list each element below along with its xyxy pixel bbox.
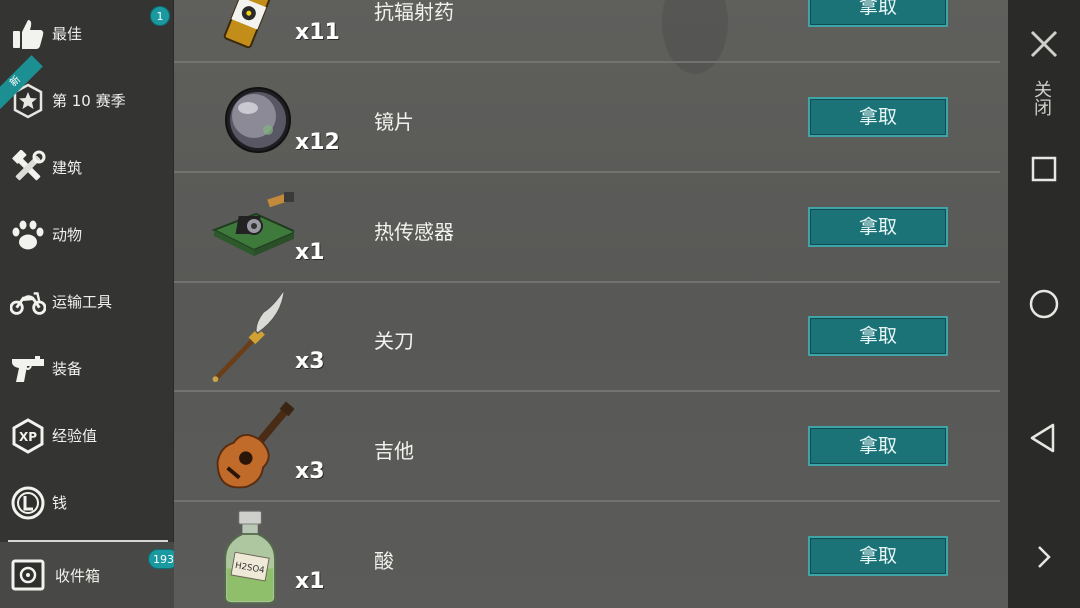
close-button[interactable] <box>1008 28 1080 60</box>
item-quantity: x12 <box>295 130 340 155</box>
lens-icon <box>225 87 291 153</box>
sidebar-item-label: 经验值 <box>52 427 98 445</box>
item-name: 热传感器 <box>374 220 454 244</box>
close-label[interactable]: 关闭 <box>1028 80 1054 116</box>
take-button[interactable]: 拿取 <box>808 97 948 137</box>
item-quantity: x3 <box>295 349 325 374</box>
list-item: x3 吉他 拿取 <box>174 393 1000 502</box>
home-button[interactable] <box>1008 288 1080 320</box>
sidebar-item-best[interactable]: 最佳 <box>0 0 174 67</box>
back-button[interactable] <box>1008 422 1080 454</box>
take-button[interactable]: 拿取 <box>808 536 948 576</box>
list-item: x3 关刀 拿取 <box>174 283 1000 392</box>
item-quantity: x1 <box>295 569 325 594</box>
rewards-list[interactable]: x11 抗辐射药 拿取 x12 镜片 拿取 x1 热传感器 拿取 x3 关刀 拿… <box>174 0 1008 608</box>
sidebar-item-label: 第 10 赛季 <box>52 92 126 110</box>
sidebar-item-label: 钱 <box>52 494 68 512</box>
item-quantity: x3 <box>295 459 325 484</box>
sidebar-item-label: 装备 <box>52 360 83 378</box>
sidebar-item-label: 动物 <box>52 226 83 244</box>
acid-bottle-icon: H2SO4 <box>224 510 276 605</box>
take-button[interactable]: 拿取 <box>808 0 948 27</box>
take-button[interactable]: 拿取 <box>808 426 948 466</box>
sidebar-item-money[interactable]: 钱 <box>0 469 174 536</box>
item-name: 抗辐射药 <box>374 0 454 24</box>
sidebar-item-equipment[interactable]: 装备 <box>0 335 174 402</box>
recent-apps-button[interactable] <box>1008 155 1080 183</box>
chevron-right-icon[interactable] <box>1030 543 1058 571</box>
sidebar-item-vehicles[interactable]: 运输工具 <box>0 268 174 335</box>
safe-icon <box>10 557 46 593</box>
pistol-icon <box>10 351 46 387</box>
svg-text:XP: XP <box>19 430 37 444</box>
item-name: 吉他 <box>374 439 414 463</box>
item-quantity: x1 <box>295 240 325 265</box>
motorcycle-icon <box>10 284 46 320</box>
xp-icon: XP <box>10 417 46 454</box>
thumbs-up-icon <box>10 16 46 52</box>
item-quantity: x11 <box>295 20 340 45</box>
sidebar-item-building[interactable]: 建筑 <box>0 134 174 201</box>
hammer-wrench-icon <box>10 149 46 186</box>
sidebar: 最佳 1 第 10 赛季 建筑 动物 运输工具 装备 XP 经验值 钱 收件箱 … <box>0 0 179 608</box>
thermal-sensor-icon <box>211 192 294 256</box>
item-name: 酸 <box>374 549 394 573</box>
back-icon[interactable] <box>1028 422 1060 454</box>
notification-badge: 1 <box>150 6 170 26</box>
recent-apps-icon[interactable] <box>1030 155 1058 183</box>
expand-button[interactable] <box>1008 543 1080 571</box>
item-name: 关刀 <box>374 329 414 353</box>
guandao-blade-icon <box>212 287 286 383</box>
home-icon[interactable] <box>1028 288 1060 320</box>
guitar-icon <box>216 401 294 489</box>
list-item: H2SO4 x1 酸 拿取 <box>174 503 1000 608</box>
item-name: 镜片 <box>374 110 414 134</box>
sidebar-item-inbox[interactable]: 收件箱 <box>0 542 174 608</box>
list-item: x1 热传感器 拿取 <box>174 174 1000 283</box>
sidebar-item-animals[interactable]: 动物 <box>0 201 174 268</box>
sidebar-item-label: 建筑 <box>52 159 83 177</box>
close-icon[interactable] <box>1028 28 1060 60</box>
coin-icon <box>10 485 46 521</box>
sidebar-item-label: 最佳 <box>52 25 83 43</box>
take-button[interactable]: 拿取 <box>808 207 948 247</box>
list-item: x12 镜片 拿取 <box>174 64 1000 173</box>
sidebar-item-label: 运输工具 <box>52 293 113 311</box>
sidebar-item-xp[interactable]: XP 经验值 <box>0 402 174 469</box>
paw-icon <box>10 217 46 253</box>
radiation-pills-icon <box>223 0 274 49</box>
sidebar-item-label: 收件箱 <box>55 566 101 585</box>
take-button[interactable]: 拿取 <box>808 316 948 356</box>
list-item: x11 抗辐射药 拿取 <box>174 0 1000 63</box>
